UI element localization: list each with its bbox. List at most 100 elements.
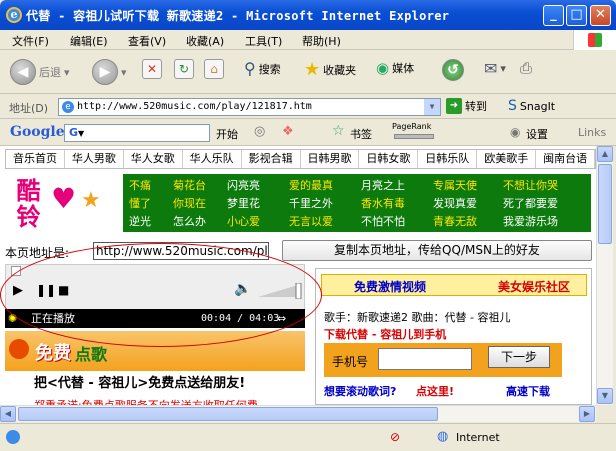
links-label[interactable]: Links: [578, 126, 606, 139]
back-label: 后退: [39, 66, 61, 79]
search-button[interactable]: ⚲ 搜索: [244, 59, 281, 78]
refresh-button[interactable]: ↻: [174, 59, 194, 79]
high-speed-download-link[interactable]: 高速下载: [506, 383, 550, 399]
chat-icon[interactable]: ◎: [254, 124, 265, 139]
banner-song[interactable]: 菊花台: [173, 177, 206, 193]
banner-song[interactable]: 逆光: [129, 213, 151, 229]
menu-help[interactable]: 帮助(H): [302, 33, 341, 49]
next-button[interactable]: 下一步: [488, 346, 550, 368]
scroll-left-icon[interactable]: ◀: [0, 406, 16, 422]
menu-tools[interactable]: 工具(T): [245, 33, 282, 49]
horizontal-scroll-thumb[interactable]: [18, 407, 438, 421]
free-logo-text: 免费: [35, 343, 71, 364]
nav-item-chinese-female[interactable]: 华人女歌: [124, 150, 183, 168]
banner-song[interactable]: 爱的最真: [289, 177, 333, 193]
scroll-up-icon[interactable]: ▲: [597, 146, 613, 162]
forward-arrow-icon: ▶: [92, 59, 118, 85]
title-bar: e 代替 - 容祖儿试听下载 新歌速递2 - Microsoft Interne…: [0, 0, 616, 30]
tab-free-video[interactable]: 免费激情视频: [354, 278, 426, 295]
popup-blocked-icon[interactable]: ⊘: [390, 430, 400, 444]
snagit-button[interactable]: S SnagIt: [508, 98, 555, 114]
news-icon[interactable]: ❖: [282, 124, 294, 139]
banner-song[interactable]: 梦里花: [227, 195, 260, 211]
bookmarks-button[interactable]: 书签: [350, 126, 372, 142]
banner-song[interactable]: 闪亮亮: [227, 177, 260, 193]
nav-item-film[interactable]: 影视合辑: [242, 150, 301, 168]
banner-song[interactable]: 千里之外: [289, 195, 333, 211]
forward-button[interactable]: ▶ ▾: [92, 59, 127, 85]
copy-address-button[interactable]: 复制本页地址，传给QQ/MSN上的好友: [282, 240, 592, 261]
nav-item-jk-male[interactable]: 日韩男歌: [301, 150, 360, 168]
nav-item-jk-female[interactable]: 日韩女歌: [359, 150, 419, 168]
mail-button[interactable]: ✉ ▾: [484, 59, 506, 78]
favorites-label: 收藏夹: [323, 63, 357, 77]
close-button[interactable]: ✕: [590, 5, 611, 26]
banner-song[interactable]: 我爱游乐场: [503, 213, 558, 229]
banner-song[interactable]: 懂了: [129, 195, 151, 211]
lyrics-link[interactable]: 点这里!: [416, 383, 454, 399]
nav-item-jk-band[interactable]: 日韩乐队: [418, 150, 478, 168]
page-icon: e: [62, 101, 74, 113]
nav-item-home[interactable]: 音乐首页: [6, 150, 65, 168]
horizontal-scrollbar[interactable]: ◀ ▶: [0, 405, 596, 422]
scroll-right-icon[interactable]: ▶: [579, 406, 595, 422]
settings-icon: ◉: [510, 125, 521, 139]
singer-info: 歌手：新歌速递2 歌曲：代替 - 容祖儿: [324, 311, 511, 324]
banner-song[interactable]: 不想让你哭: [503, 177, 558, 193]
google-start-button[interactable]: 开始: [216, 126, 238, 142]
internet-zone-icon: ◍: [437, 429, 449, 444]
windows-flag-icon: [573, 30, 616, 50]
banner-song[interactable]: 小心爱: [227, 213, 260, 229]
banner-song[interactable]: 你现在: [173, 195, 206, 211]
standard-toolbar: ◀ 后退 ▾ ▶ ▾ ✕ ↻ ⌂ ⚲ 搜索 ★ 收藏夹 ◉ 媒体 ↺ ✉ ▾ ⎙: [0, 51, 616, 94]
refresh-icon: ↻: [174, 59, 194, 79]
go-arrow-icon: ➜: [446, 98, 462, 114]
go-button[interactable]: ➜ 转到: [446, 98, 487, 114]
banner-song[interactable]: 死了都要爱: [503, 195, 558, 211]
menu-favorites[interactable]: 收藏(A): [186, 33, 224, 49]
settings-button[interactable]: 设置: [526, 126, 548, 142]
banner-song[interactable]: 月亮之上: [361, 177, 405, 193]
phone-input[interactable]: [378, 348, 472, 370]
banner-song[interactable]: 怎么办: [173, 213, 206, 229]
ie-logo-icon: e: [6, 7, 22, 23]
google-logo: Google: [10, 124, 65, 140]
back-button[interactable]: ◀ 后退 ▾: [10, 59, 70, 85]
banner-song[interactable]: 无言以爱: [289, 213, 333, 229]
history-button[interactable]: ↺: [442, 59, 464, 81]
menu-file[interactable]: 文件(F): [12, 33, 49, 49]
print-button[interactable]: ⎙: [520, 59, 532, 77]
banner-song[interactable]: 香水有毒: [361, 195, 405, 211]
nav-item-chinese-band[interactable]: 华人乐队: [183, 150, 242, 168]
nav-item-chinese-male[interactable]: 华人男歌: [65, 150, 124, 168]
banner-song[interactable]: 发现真爱: [433, 195, 477, 211]
address-input[interactable]: e http://www.520music.com/play/121817.ht…: [58, 98, 441, 116]
status-bar: ⊘ ◍ Internet: [0, 423, 616, 451]
vertical-scrollbar[interactable]: ▲ ▼: [596, 146, 613, 405]
banner-song[interactable]: 不怕不怕: [361, 213, 405, 229]
banner-song[interactable]: 青春无敌: [433, 213, 477, 229]
song-banner: 酷铃 ♥ ★ 不痛 菊花台 闪亮亮 爱的最真 月亮之上 专属天使 不想让你哭 懂…: [5, 174, 591, 232]
maximize-button[interactable]: □: [566, 5, 587, 26]
address-dropdown-icon[interactable]: ▼: [424, 99, 440, 115]
minimize-button[interactable]: _: [543, 5, 564, 26]
vertical-scroll-thumb[interactable]: [598, 164, 612, 244]
search-label: 搜索: [258, 62, 281, 76]
stop-button[interactable]: ✕: [142, 59, 162, 79]
nav-item-western[interactable]: 欧美歌手: [477, 150, 537, 168]
tab-beauty-community[interactable]: 美女娱乐社区: [498, 278, 570, 295]
banner-song[interactable]: 不痛: [129, 177, 151, 193]
scroll-down-icon[interactable]: ▼: [597, 388, 613, 404]
home-button[interactable]: ⌂: [204, 59, 224, 79]
banner-song[interactable]: 专属天使: [433, 177, 477, 193]
nav-item-minnan[interactable]: 闽南台语: [536, 150, 596, 168]
favorites-button[interactable]: ★ 收藏夹: [304, 59, 356, 80]
snagit-label: SnagIt: [519, 99, 556, 113]
menu-view[interactable]: 查看(V): [128, 33, 166, 49]
google-search-input[interactable]: G▼: [64, 124, 210, 142]
media-button[interactable]: ◉ 媒体: [376, 59, 414, 77]
menu-edit[interactable]: 编辑(E): [70, 33, 108, 49]
go-label: 转到: [465, 100, 487, 113]
download-to-phone-link[interactable]: 下载代替 - 容祖儿到手机: [324, 326, 446, 342]
free-headline: 把<代替 - 容祖儿>免费点送给朋友!: [34, 376, 246, 391]
